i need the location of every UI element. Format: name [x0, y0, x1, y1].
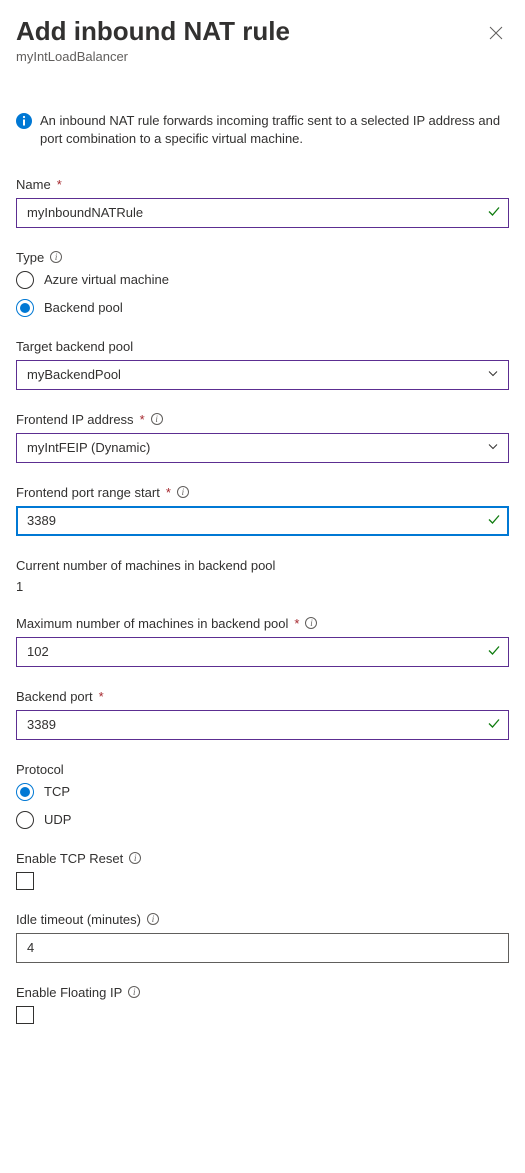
- help-icon[interactable]: i: [50, 251, 62, 263]
- current-machines-label: Current number of machines in backend po…: [16, 558, 275, 573]
- max-machines-input[interactable]: [16, 637, 509, 667]
- radio-label: TCP: [44, 784, 70, 799]
- radio-label: Backend pool: [44, 300, 123, 315]
- frontend-ip-label: Frontend IP address: [16, 412, 134, 427]
- radio-label: Azure virtual machine: [44, 272, 169, 287]
- select-value: myBackendPool: [27, 367, 121, 382]
- type-radio-pool[interactable]: Backend pool: [16, 299, 509, 317]
- tcp-reset-label: Enable TCP Reset: [16, 851, 123, 866]
- required-indicator: *: [99, 689, 104, 704]
- select-value: myIntFEIP (Dynamic): [27, 440, 150, 455]
- info-banner: An inbound NAT rule forwards incoming tr…: [16, 112, 509, 148]
- help-icon[interactable]: i: [147, 913, 159, 925]
- close-icon: [489, 26, 503, 40]
- radio-icon: [16, 299, 34, 317]
- required-indicator: *: [140, 412, 145, 427]
- help-icon[interactable]: i: [128, 986, 140, 998]
- help-icon[interactable]: i: [177, 486, 189, 498]
- type-radio-group: Azure virtual machine Backend pool: [16, 271, 509, 317]
- protocol-label: Protocol: [16, 762, 64, 777]
- help-icon[interactable]: i: [305, 617, 317, 629]
- help-icon[interactable]: i: [151, 413, 163, 425]
- name-label: Name: [16, 177, 51, 192]
- type-label: Type: [16, 250, 44, 265]
- type-radio-vm[interactable]: Azure virtual machine: [16, 271, 509, 289]
- radio-icon: [16, 783, 34, 801]
- info-text: An inbound NAT rule forwards incoming tr…: [40, 112, 509, 148]
- current-machines-value: 1: [16, 579, 509, 594]
- required-indicator: *: [57, 177, 62, 192]
- radio-icon: [16, 271, 34, 289]
- idle-timeout-input[interactable]: [16, 933, 509, 963]
- floating-ip-label: Enable Floating IP: [16, 985, 122, 1000]
- max-machines-label: Maximum number of machines in backend po…: [16, 616, 288, 631]
- idle-timeout-label: Idle timeout (minutes): [16, 912, 141, 927]
- port-start-input[interactable]: [16, 506, 509, 536]
- subtitle: myIntLoadBalancer: [16, 49, 509, 64]
- target-pool-select[interactable]: myBackendPool: [16, 360, 509, 390]
- floating-ip-checkbox[interactable]: [16, 1006, 34, 1024]
- close-button[interactable]: [483, 20, 509, 46]
- backend-port-label: Backend port: [16, 689, 93, 704]
- required-indicator: *: [166, 485, 171, 500]
- radio-icon: [16, 811, 34, 829]
- help-icon[interactable]: i: [129, 852, 141, 864]
- protocol-radio-tcp[interactable]: TCP: [16, 783, 509, 801]
- frontend-ip-select[interactable]: myIntFEIP (Dynamic): [16, 433, 509, 463]
- port-start-label: Frontend port range start: [16, 485, 160, 500]
- radio-label: UDP: [44, 812, 71, 827]
- target-pool-label: Target backend pool: [16, 339, 133, 354]
- required-indicator: *: [294, 616, 299, 631]
- page-title: Add inbound NAT rule: [16, 16, 290, 47]
- protocol-radio-udp[interactable]: UDP: [16, 811, 509, 829]
- info-icon: [16, 113, 32, 134]
- backend-port-input[interactable]: [16, 710, 509, 740]
- tcp-reset-checkbox[interactable]: [16, 872, 34, 890]
- name-input[interactable]: [16, 198, 509, 228]
- protocol-radio-group: TCP UDP: [16, 783, 509, 829]
